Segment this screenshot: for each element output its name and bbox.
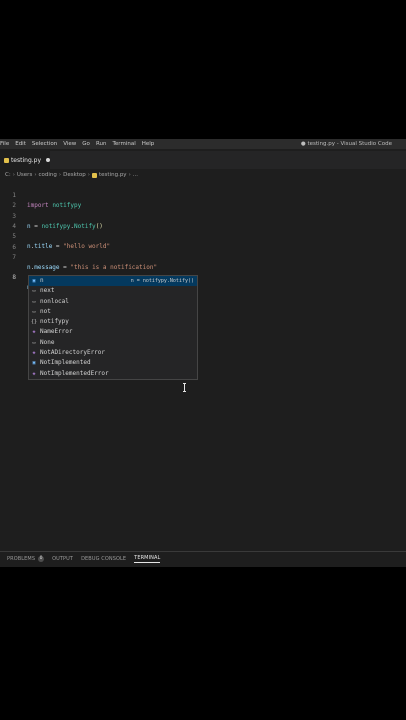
tab-bar: testing.py <box>0 151 406 169</box>
suggestion-item[interactable]: ▭ nonlocal <box>29 297 197 307</box>
suggestion-label: notifypy <box>40 318 69 326</box>
menu-view[interactable]: View <box>60 141 79 147</box>
code-line-current: 8 n.send <box>0 263 406 292</box>
keyword-icon: ▭ <box>32 339 36 346</box>
mouse-ibeam-icon <box>183 383 186 392</box>
code-line: 2 <box>0 191 406 209</box>
suggestion-label: NotImplemented <box>40 359 91 367</box>
code-line: 6 <box>0 233 406 251</box>
suggestion-label: not <box>40 307 51 315</box>
tab-problems[interactable]: PROBLEMS 0 <box>7 556 45 562</box>
suggestion-label: None <box>40 338 55 346</box>
chevron-right-icon: › <box>128 172 131 178</box>
class-icon: ◈ <box>32 329 36 336</box>
tab-output[interactable]: OUTPUT <box>52 556 73 562</box>
suggestion-item[interactable]: {} notifypy <box>29 317 197 327</box>
menu-go[interactable]: Go <box>79 141 93 147</box>
suggestion-item[interactable]: ▭ next <box>29 286 197 296</box>
menu-file[interactable]: File <box>0 141 12 147</box>
panel-tab-bar: PROBLEMS 0 OUTPUT DEBUG CONSOLE TERMINAL <box>0 551 406 566</box>
variable-icon: ▣ <box>32 360 36 367</box>
class-icon: ◈ <box>32 350 36 357</box>
chevron-right-icon: › <box>12 172 15 178</box>
unsaved-dot-icon[interactable] <box>46 158 50 162</box>
breadcrumb-drive[interactable]: C: <box>5 171 11 180</box>
tab-problems-label: PROBLEMS <box>7 556 36 562</box>
python-file-icon <box>4 157 9 163</box>
breadcrumb-symbols[interactable]: ... <box>133 171 138 180</box>
breadcrumb-coding[interactable]: coding <box>39 171 57 180</box>
menu-terminal[interactable]: Terminal <box>109 141 138 147</box>
suggestion-item[interactable]: ◈ NotADirectoryError <box>29 348 197 358</box>
suggestion-label: NotADirectoryError <box>40 349 106 357</box>
suggestion-detail: n = notifypy.Notify() <box>130 278 194 284</box>
chevron-right-icon: › <box>34 172 37 178</box>
keyword-icon: ▭ <box>32 308 36 315</box>
code-line: 5 n.title = "hello world" <box>0 222 406 250</box>
tab-testing-py[interactable]: testing.py <box>0 151 50 169</box>
class-icon: ◈ <box>32 370 36 377</box>
menu-run[interactable]: Run <box>93 141 110 147</box>
breadcrumb: C: › Users › coding › Desktop › testing.… <box>5 171 138 180</box>
suggestion-label: NotImplementedError <box>40 369 109 377</box>
suggestion-label: NameError <box>40 328 73 336</box>
code-line: 4 <box>0 212 406 230</box>
menu-edit[interactable]: Edit <box>12 141 29 147</box>
suggestion-item[interactable]: ▣ NotImplemented <box>29 358 197 368</box>
code-line: 1 import notifypy <box>0 181 406 209</box>
python-file-icon <box>92 173 97 178</box>
breadcrumb-desktop[interactable]: Desktop <box>63 171 86 180</box>
code-line: 7 n.message = "this is a notification" <box>0 243 406 271</box>
suggestion-item[interactable]: ▭ not <box>29 307 197 317</box>
menu-selection[interactable]: Selection <box>29 141 60 147</box>
chevron-right-icon: › <box>58 172 62 178</box>
module-icon: {} <box>31 319 38 326</box>
suggestion-item[interactable]: ◈ NotImplementedError <box>29 369 197 379</box>
problems-count-badge: 0 <box>38 556 45 562</box>
tab-debug-console[interactable]: DEBUG CONSOLE <box>81 556 126 562</box>
suggestion-label: n <box>40 277 44 284</box>
code-line: 3 n = notifypy.Notify() <box>0 202 406 230</box>
suggestion-label: next <box>40 287 55 295</box>
keyword-icon: ▭ <box>32 288 36 295</box>
tab-terminal[interactable]: TERMINAL <box>134 555 161 563</box>
line-number: 8 <box>12 274 16 282</box>
autocomplete-widget: ▣ n n = notifypy.Notify() ▭ next ▭ nonlo… <box>28 275 198 380</box>
suggestion-item[interactable]: ▣ n n = notifypy.Notify() <box>29 276 197 287</box>
variable-icon: ▣ <box>32 278 36 284</box>
keyword-icon: ▭ <box>32 298 36 305</box>
breadcrumb-users[interactable]: Users <box>17 171 32 180</box>
menu-help[interactable]: Help <box>139 141 158 147</box>
suggestion-label: nonlocal <box>40 297 69 305</box>
suggestion-item[interactable]: ◈ NameError <box>29 327 197 337</box>
chevron-right-icon: › <box>87 172 90 178</box>
tab-label: testing.py <box>10 156 42 164</box>
breadcrumb-file[interactable]: testing.py <box>99 171 127 180</box>
window-title: ● testing.py - Visual Studio Code <box>300 141 392 147</box>
line-number: 7 <box>12 253 16 261</box>
suggestion-item[interactable]: ▭ None <box>29 338 197 348</box>
